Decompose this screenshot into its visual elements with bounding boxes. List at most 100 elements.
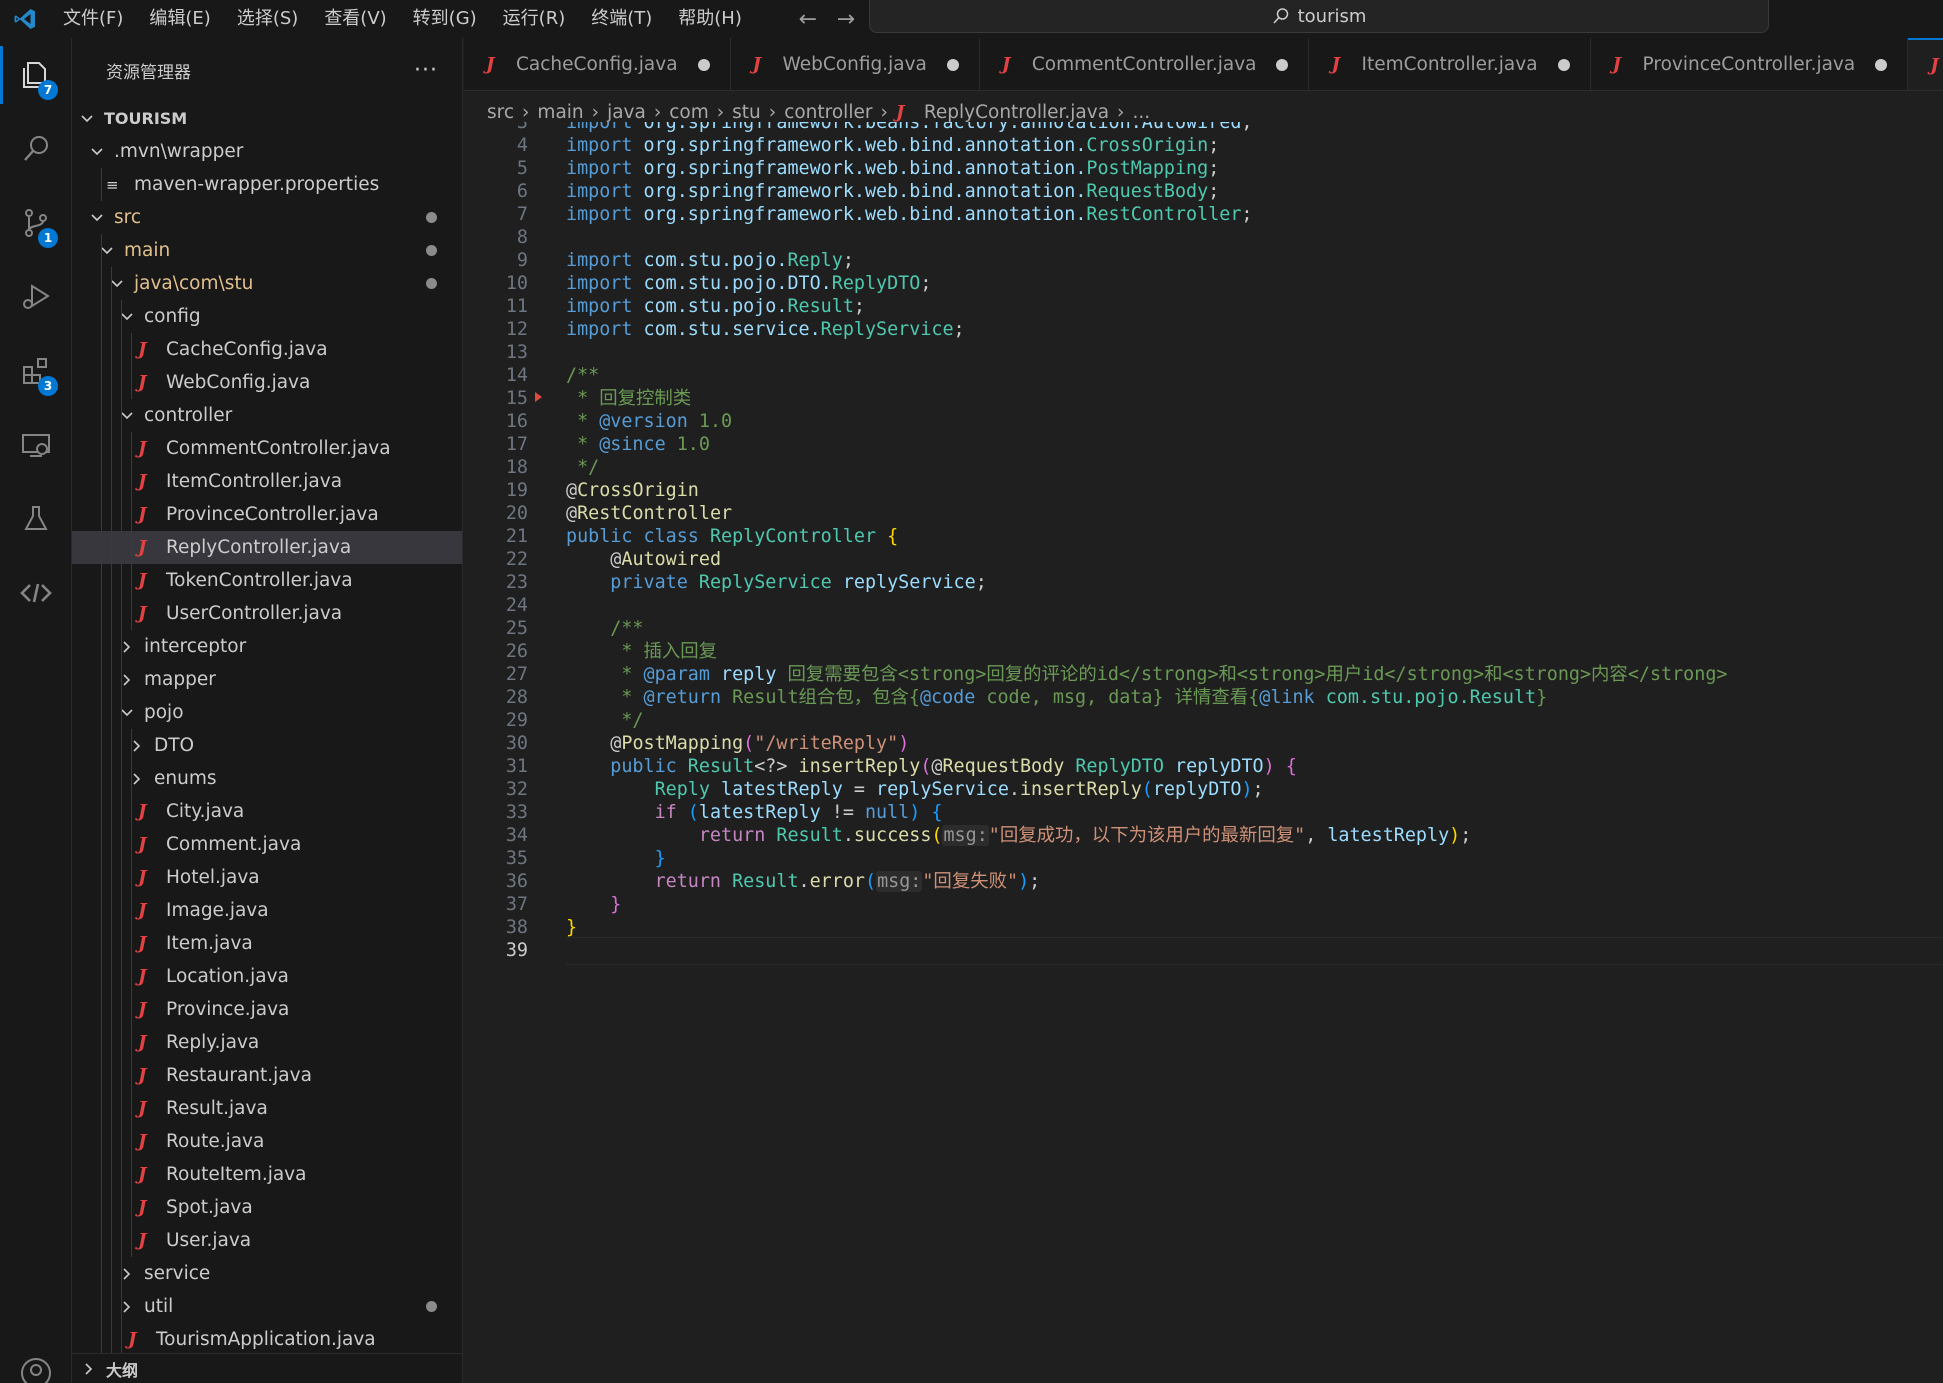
code-token: @link	[1259, 687, 1315, 708]
file-item[interactable]: J RouteItem.java	[72, 1158, 462, 1191]
breadcrumb-segment[interactable]: controller	[784, 102, 872, 123]
indent-guide	[121, 1026, 122, 1059]
java-file-icon: J	[138, 1065, 147, 1086]
java-file-icon: J	[138, 1230, 147, 1251]
unsaved-dot-icon[interactable]	[1276, 58, 1289, 71]
indent-guide	[101, 663, 102, 696]
code-editor[interactable]: 3 import org.springframework.beans.factor…	[464, 122, 1943, 1383]
breadcrumb-segment[interactable]: com	[669, 102, 709, 123]
indent-guide	[111, 1158, 112, 1191]
file-item[interactable]: J ItemController.java	[72, 465, 462, 498]
folder-item[interactable]: enums	[72, 762, 462, 795]
testing-button[interactable]	[0, 482, 72, 556]
folder-item[interactable]: util	[72, 1290, 462, 1323]
code-token: com.stu.service.	[643, 319, 821, 340]
editor-tab[interactable]: J ItemController.java	[1309, 38, 1591, 90]
file-item[interactable]: J Hotel.java	[72, 861, 462, 894]
file-item[interactable]: J Location.java	[72, 960, 462, 993]
menu-item[interactable]: 运行(R)	[490, 0, 579, 38]
file-item[interactable]: J ProvinceController.java	[72, 498, 462, 531]
folder-item[interactable]: main	[72, 234, 462, 267]
breadcrumb-segment[interactable]: src	[487, 102, 514, 123]
folder-item[interactable]: service	[72, 1257, 462, 1290]
menu-item[interactable]: 编辑(E)	[136, 0, 223, 38]
menu-item[interactable]: 文件(F)	[50, 0, 136, 38]
indent-guide	[121, 1059, 122, 1092]
editor-tab[interactable]: J WebConfig.java	[731, 38, 980, 90]
source-control-button[interactable]: 1	[0, 186, 72, 260]
tree-item-label: .mvn\wrapper	[114, 141, 244, 162]
api-button[interactable]	[0, 556, 72, 630]
breadcrumb-separator-icon: ›	[1117, 101, 1125, 123]
java-file-icon: J	[138, 801, 147, 822]
file-item[interactable]: J TokenController.java	[72, 564, 462, 597]
file-item[interactable]: J Restaurant.java	[72, 1059, 462, 1092]
editor-tab[interactable]: J CacheConfig.java	[464, 38, 731, 90]
tree-item-label: config	[144, 306, 201, 327]
menu-item[interactable]: 选择(S)	[224, 0, 311, 38]
unsaved-dot-icon[interactable]	[1875, 58, 1888, 71]
file-item[interactable]: J TourismApplication.java	[72, 1323, 462, 1356]
menu-item[interactable]: 查看(V)	[311, 0, 399, 38]
more-actions-button[interactable]: ···	[414, 58, 438, 83]
extensions-button[interactable]: 3	[0, 334, 72, 408]
editor-tab[interactable]: JReplyController.java	[1908, 38, 1943, 90]
file-item[interactable]: J Item.java	[72, 927, 462, 960]
file-item[interactable]: J ReplyController.java	[72, 531, 462, 564]
code-token: if	[566, 802, 688, 823]
folder-item[interactable]: DTO	[72, 729, 462, 762]
file-item[interactable]: J Result.java	[72, 1092, 462, 1125]
menu-item[interactable]: 转到(G)	[400, 0, 490, 38]
file-item[interactable]: J Reply.java	[72, 1026, 462, 1059]
file-item[interactable]: J CacheConfig.java	[72, 333, 462, 366]
folder-item[interactable]: pojo	[72, 696, 462, 729]
breadcrumb-segment[interactable]: java	[607, 102, 646, 123]
file-item[interactable]: J Image.java	[72, 894, 462, 927]
accounts-button[interactable]	[0, 1336, 72, 1383]
unsaved-dot-icon[interactable]	[1557, 58, 1570, 71]
file-item[interactable]: J WebConfig.java	[72, 366, 462, 399]
editor-tab[interactable]: J CommentController.java	[980, 38, 1310, 90]
indent-guide	[101, 300, 102, 333]
workspace-root[interactable]: TOURISM	[72, 102, 462, 135]
breadcrumb-segment[interactable]: main	[537, 102, 583, 123]
file-item[interactable]: J Comment.java	[72, 828, 462, 861]
breadcrumb-segment[interactable]: ReplyController.java	[924, 102, 1109, 123]
explorer-button[interactable]: 7	[0, 38, 72, 112]
file-item[interactable]: J City.java	[72, 795, 462, 828]
file-item[interactable]: J Spot.java	[72, 1191, 462, 1224]
folder-item[interactable]: interceptor	[72, 630, 462, 663]
folder-item[interactable]: controller	[72, 399, 462, 432]
unsaved-dot-icon[interactable]	[946, 58, 959, 71]
indent-guide	[111, 267, 112, 300]
java-file-icon: J	[138, 867, 147, 888]
file-item[interactable]: J CommentController.java	[72, 432, 462, 465]
menu-item[interactable]: 帮助(H)	[665, 0, 755, 38]
code-token: *	[566, 687, 644, 708]
folder-item[interactable]: java\com\stu	[72, 267, 462, 300]
folder-item[interactable]: mapper	[72, 663, 462, 696]
file-item[interactable]: ≡ maven-wrapper.properties	[72, 168, 462, 201]
command-center-search[interactable]: tourism	[869, 0, 1769, 33]
menu-item[interactable]: 终端(T)	[578, 0, 665, 38]
folder-item[interactable]: config	[72, 300, 462, 333]
back-arrow-icon[interactable]: ←	[795, 7, 821, 32]
file-item[interactable]: J User.java	[72, 1224, 462, 1257]
breadcrumb-segment[interactable]: stu	[732, 102, 761, 123]
indent-guide	[131, 894, 132, 927]
folder-item[interactable]: src	[72, 201, 462, 234]
run-debug-button[interactable]	[0, 260, 72, 334]
indent-guide	[111, 630, 112, 663]
file-item[interactable]: J Province.java	[72, 993, 462, 1026]
forward-arrow-icon[interactable]: →	[833, 7, 859, 32]
outline-section[interactable]: 大纲	[72, 1353, 462, 1383]
search-button[interactable]	[0, 112, 72, 186]
file-item[interactable]: J Route.java	[72, 1125, 462, 1158]
unsaved-dot-icon[interactable]	[697, 58, 710, 71]
remote-explorer-button[interactable]	[0, 408, 72, 482]
code-token: ;	[1460, 825, 1472, 846]
breadcrumb-segment[interactable]: ...	[1132, 102, 1150, 123]
file-item[interactable]: J UserController.java	[72, 597, 462, 630]
folder-item[interactable]: .mvn\wrapper	[72, 135, 462, 168]
editor-tab[interactable]: J ProvinceController.java	[1591, 38, 1909, 90]
